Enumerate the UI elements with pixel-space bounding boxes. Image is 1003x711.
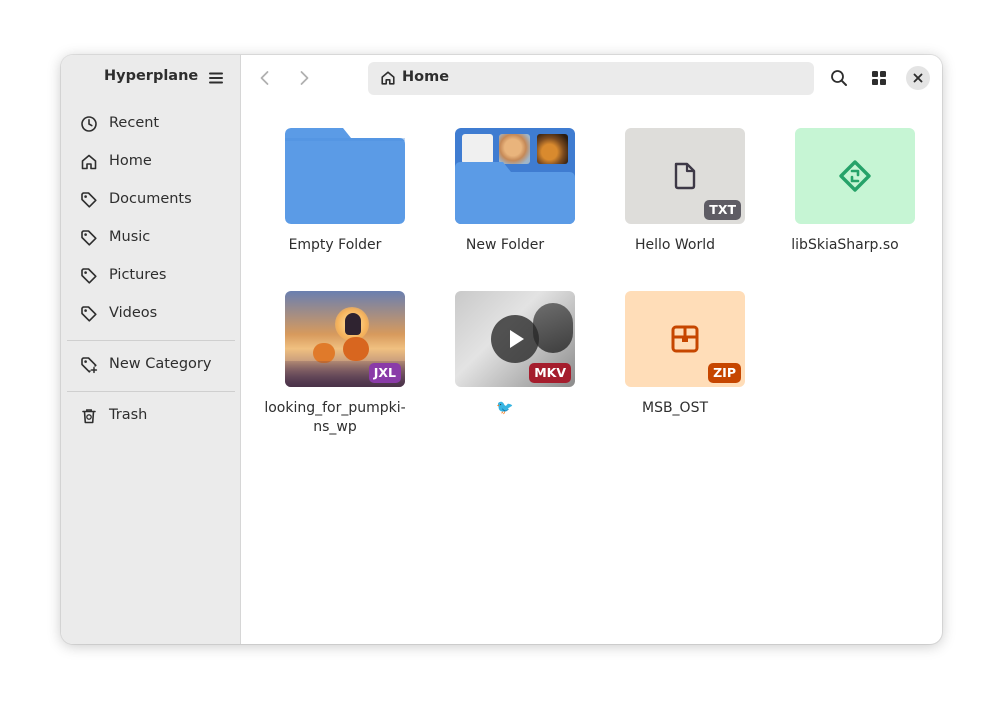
sidebar-item-music[interactable]: Music (67, 221, 235, 255)
file-type-badge: TXT (704, 200, 741, 220)
main-menu-button[interactable] (207, 69, 225, 87)
chevron-right-icon (300, 71, 309, 85)
search-icon (831, 70, 847, 86)
tag-add-icon (81, 357, 98, 374)
tag-icon (81, 192, 97, 208)
hamburger-menu-icon (209, 72, 223, 84)
file-name: looking_for_pumpki-ns_wp (264, 400, 406, 435)
file-item-libskiasharp[interactable]: libSkiaSharp.so (760, 128, 930, 268)
play-button[interactable] (491, 315, 539, 363)
file-item-hello-world[interactable]: TXT Hello World (590, 128, 760, 268)
sidebar-item-documents[interactable]: Documents (67, 183, 235, 217)
library-file-thumbnail (795, 128, 915, 224)
path-segment-home[interactable]: Home (402, 69, 449, 85)
content-area: Home Empty Folder New Folder TXT Hello W… (241, 55, 942, 644)
home-icon (81, 154, 97, 170)
file-item-new-folder[interactable]: New Folder (420, 128, 590, 268)
folder-preview (455, 128, 575, 224)
pumpkin-shape (313, 343, 335, 363)
back-button[interactable] (254, 67, 276, 89)
file-name: Hello World (634, 237, 716, 253)
file-name: New Folder (465, 237, 545, 253)
sidebar-item-label: Documents (109, 191, 192, 207)
file-type-badge: MKV (529, 363, 571, 383)
file-name: MSB_OST (641, 400, 709, 416)
file-type-badge: JXL (368, 363, 401, 383)
file-name: Empty Folder (288, 237, 382, 253)
file-name: 🐦 (496, 400, 514, 416)
cat-silhouette (345, 313, 361, 335)
bird-shape (533, 303, 573, 353)
file-item-empty-folder[interactable]: Empty Folder (250, 128, 420, 268)
sidebar-separator (67, 340, 235, 341)
view-toggle-button[interactable] (868, 67, 890, 89)
tag-icon (81, 230, 97, 246)
sidebar-item-label: Pictures (109, 267, 167, 283)
pumpkin-shape (343, 337, 369, 361)
video-thumbnail: MKV (455, 291, 575, 387)
header-bar: Home (241, 55, 942, 101)
sidebar-separator (67, 391, 235, 392)
forward-button[interactable] (293, 67, 315, 89)
file-item-bird-video[interactable]: MKV 🐦 (420, 291, 590, 431)
sidebar-item-trash[interactable]: Trash (67, 399, 235, 433)
search-button[interactable] (828, 67, 850, 89)
text-file-thumbnail: TXT (625, 128, 745, 224)
clock-icon (81, 116, 97, 132)
sidebar-item-label: Trash (109, 407, 148, 423)
sidebar-item-home[interactable]: Home (67, 145, 235, 179)
play-icon (510, 330, 524, 348)
sidebar-item-label: New Category (109, 356, 212, 372)
tag-icon (81, 268, 97, 284)
archive-icon (671, 325, 699, 353)
file-item-looking-for-pumpkins[interactable]: JXL looking_for_pumpki-ns_wp (250, 291, 420, 435)
sidebar-item-new-category[interactable]: New Category (67, 348, 235, 382)
sidebar-item-label: Home (109, 153, 152, 169)
tag-icon (81, 306, 97, 322)
home-icon (381, 71, 395, 85)
document-icon (674, 162, 696, 190)
file-manager-window: Hyperplane Recent Home Documents Music P… (61, 55, 942, 644)
file-type-badge: ZIP (708, 363, 741, 383)
file-item-msb-ost[interactable]: ZIP MSB_OST (590, 291, 760, 431)
close-icon (913, 73, 923, 83)
close-button[interactable] (906, 66, 930, 90)
path-bar[interactable]: Home (368, 62, 814, 95)
sidebar-item-videos[interactable]: Videos (67, 297, 235, 331)
library-icon (839, 160, 871, 192)
file-name: libSkiaSharp.so (791, 237, 899, 253)
chevron-left-icon (260, 71, 269, 85)
sidebar-item-label: Videos (109, 305, 158, 321)
trash-icon (82, 409, 96, 424)
sidebar-item-label: Music (109, 229, 151, 245)
folder-icon (285, 128, 405, 224)
sidebar-item-label: Recent (109, 115, 160, 131)
folder-front-icon (455, 162, 575, 224)
sidebar-item-recent[interactable]: Recent (67, 107, 235, 141)
archive-thumbnail: ZIP (625, 291, 745, 387)
app-title: Hyperplane (104, 68, 199, 84)
sidebar-header: Hyperplane (61, 55, 240, 101)
sidebar: Hyperplane Recent Home Documents Music P… (61, 55, 241, 644)
image-thumbnail: JXL (285, 291, 405, 387)
sidebar-item-pictures[interactable]: Pictures (67, 259, 235, 293)
grid-view-icon (872, 71, 886, 85)
